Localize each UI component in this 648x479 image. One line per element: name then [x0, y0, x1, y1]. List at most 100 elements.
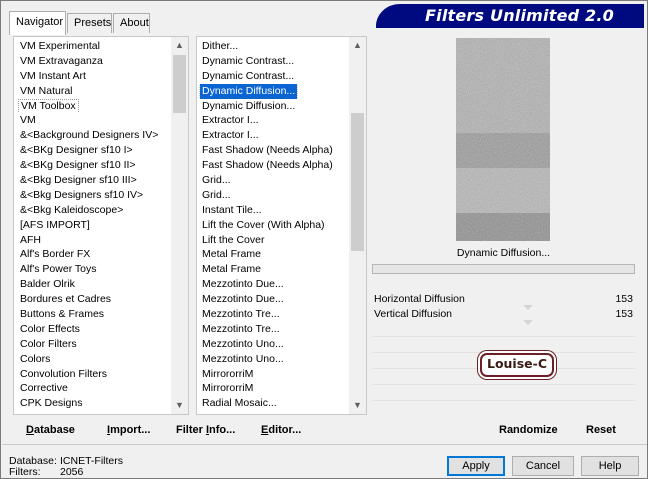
filter-item[interactable]: Metal Frame	[197, 262, 348, 277]
filter-item[interactable]: Mezzotinto Due...	[197, 277, 348, 292]
param-horizontal-diffusion[interactable]: Horizontal Diffusion 153	[372, 292, 635, 307]
filter-item[interactable]: MirrororriM	[197, 381, 348, 396]
progress-bar	[372, 264, 635, 274]
filter-item[interactable]: Instant Tile...	[197, 203, 348, 218]
category-item[interactable]: VM Natural	[14, 84, 170, 99]
category-item-label: AFH	[20, 233, 41, 246]
slider-marker-icon[interactable]	[523, 320, 533, 325]
category-item[interactable]: &<Background Designers IV>	[14, 128, 170, 143]
category-item[interactable]: &<BKg Designer sf10 II>	[14, 158, 170, 173]
category-item[interactable]: Convolution Filters	[14, 367, 170, 382]
scrollbar-thumb[interactable]	[351, 113, 364, 251]
scroll-up-arrow-icon[interactable]: ▲	[349, 37, 366, 54]
filter-item[interactable]: Mezzotinto Due...	[197, 292, 348, 307]
database-button[interactable]: Database	[26, 424, 75, 436]
category-item-label: &<BKg Designer sf10 II>	[20, 159, 136, 172]
filter-list[interactable]: Dither... Dynamic Contrast... Dynamic Cont…	[196, 36, 367, 415]
help-button[interactable]: Help	[581, 456, 639, 476]
filter-item[interactable]: Radial Mosaic...	[197, 396, 348, 411]
param-vertical-diffusion[interactable]: Vertical Diffusion 153	[372, 307, 635, 322]
category-item[interactable]: Alf's Border FX	[14, 247, 170, 262]
filter-item[interactable]: Dynamic Diffusion...	[197, 83, 348, 99]
filter-items: Dither... Dynamic Contrast... Dynamic Cont…	[197, 39, 348, 411]
editor-button[interactable]: Editor...	[261, 424, 301, 436]
reset-button[interactable]: Reset	[586, 424, 616, 436]
category-item[interactable]: Bordures et Cadres	[14, 292, 170, 307]
cancel-button[interactable]: Cancel	[512, 456, 574, 476]
preview-image	[456, 38, 550, 241]
tab-about[interactable]: About	[113, 13, 150, 33]
filter-item[interactable]: Grid...	[197, 173, 348, 188]
filter-item-label: Extractor I...	[202, 114, 259, 127]
category-item[interactable]: CPK Designs	[14, 396, 170, 411]
category-item-label: VM Experimental	[20, 40, 100, 52]
category-item[interactable]: VM	[14, 113, 170, 128]
status-label: Filters:	[9, 466, 41, 478]
randomize-button[interactable]: Randomize	[499, 424, 558, 436]
category-item-label: VM Extravaganza	[20, 54, 103, 67]
filter-item-label: Mezzotinto Tre...	[202, 322, 280, 335]
filter-item[interactable]: Mezzotinto Uno...	[197, 352, 348, 367]
category-item[interactable]: VM Instant Art	[14, 69, 170, 84]
category-item[interactable]: Corrective	[14, 381, 170, 396]
scroll-down-arrow-icon[interactable]: ▼	[349, 397, 366, 414]
filter-item[interactable]: Extractor I...	[197, 113, 348, 128]
scroll-up-arrow-icon[interactable]: ▲	[171, 37, 188, 54]
filter-item[interactable]: Dynamic Contrast...	[197, 54, 348, 69]
author-logo: Louise-C	[480, 353, 554, 377]
import-button[interactable]: Import...	[107, 424, 150, 436]
app-banner-title: Filters Unlimited 2.0	[376, 4, 644, 28]
category-item[interactable]: &<BKg Designer sf10 I>	[14, 143, 170, 158]
category-item-label: CPK Designs	[20, 397, 83, 410]
filter-item-label: Lift the Cover (With Alpha)	[202, 218, 325, 231]
category-item-label: Color Effects	[20, 322, 80, 335]
category-item[interactable]: Color Filters	[14, 337, 170, 352]
filter-item[interactable]: Mezzotinto Uno...	[197, 337, 348, 352]
param-value: 153	[615, 293, 633, 305]
category-item[interactable]: AFH	[14, 233, 170, 248]
category-item[interactable]: &<Bkg Designers sf10 IV>	[14, 188, 170, 203]
scrollbar-thumb[interactable]	[173, 55, 186, 113]
category-item[interactable]: &<Bkg Designer sf10 III>	[14, 173, 170, 188]
category-item[interactable]: Colors	[14, 352, 170, 367]
filter-item[interactable]: Lift the Cover	[197, 233, 348, 248]
tab-navigator[interactable]: Navigator	[9, 11, 66, 35]
category-item[interactable]: VM Toolbox	[14, 98, 170, 114]
filter-item[interactable]: MirrororriM	[197, 367, 348, 382]
filter-item[interactable]: Grid...	[197, 188, 348, 203]
category-item[interactable]: VM Extravaganza	[14, 54, 170, 69]
filter-item-label: Fast Shadow (Needs Alpha)	[202, 144, 333, 157]
filter-item-label: Metal Frame	[202, 263, 261, 276]
filter-item[interactable]: Extractor I...	[197, 128, 348, 143]
apply-button[interactable]: Apply	[447, 456, 505, 476]
category-item-label: Alf's Power Toys	[20, 263, 97, 276]
filter-scrollbar[interactable]: ▲ ▼	[349, 37, 366, 414]
filter-item-label: Dynamic Contrast...	[202, 54, 295, 67]
tab-presets[interactable]: Presets	[67, 13, 112, 33]
filter-item[interactable]: Dynamic Contrast...	[197, 69, 348, 84]
filter-item[interactable]: Mezzotinto Tre...	[197, 322, 348, 337]
category-item[interactable]: Alf's Power Toys	[14, 262, 170, 277]
divider	[372, 384, 635, 385]
filter-item[interactable]: Fast Shadow (Needs Alpha)	[197, 158, 348, 173]
filter-item-label: MirrororriM	[202, 382, 254, 395]
category-item-label: &<Bkg Kaleidoscope>	[20, 203, 124, 216]
filter-item[interactable]: Mezzotinto Tre...	[197, 307, 348, 322]
filter-item-label: Dynamic Diffusion...	[202, 99, 296, 112]
category-item[interactable]: VM Experimental	[14, 39, 170, 54]
category-item[interactable]: Balder Olrik	[14, 277, 170, 292]
category-item-label: Corrective	[20, 382, 68, 395]
filter-item[interactable]: Metal Frame	[197, 247, 348, 262]
category-scrollbar[interactable]: ▲ ▼	[171, 37, 188, 414]
category-item[interactable]: Color Effects	[14, 322, 170, 337]
category-item[interactable]: &<Bkg Kaleidoscope>	[14, 203, 170, 218]
filter-item[interactable]: Dither...	[197, 39, 348, 54]
filter-info-button[interactable]: Filter Info...	[176, 424, 235, 436]
category-item[interactable]: Buttons & Frames	[14, 307, 170, 322]
scroll-down-arrow-icon[interactable]: ▼	[171, 397, 188, 414]
filter-item[interactable]: Dynamic Diffusion...	[197, 99, 348, 114]
category-list[interactable]: VM Experimental VM Extravaganza VM Instant…	[13, 36, 189, 415]
filter-item[interactable]: Fast Shadow (Needs Alpha)	[197, 143, 348, 158]
category-item[interactable]: [AFS IMPORT]	[14, 218, 170, 233]
filter-item[interactable]: Lift the Cover (With Alpha)	[197, 218, 348, 233]
